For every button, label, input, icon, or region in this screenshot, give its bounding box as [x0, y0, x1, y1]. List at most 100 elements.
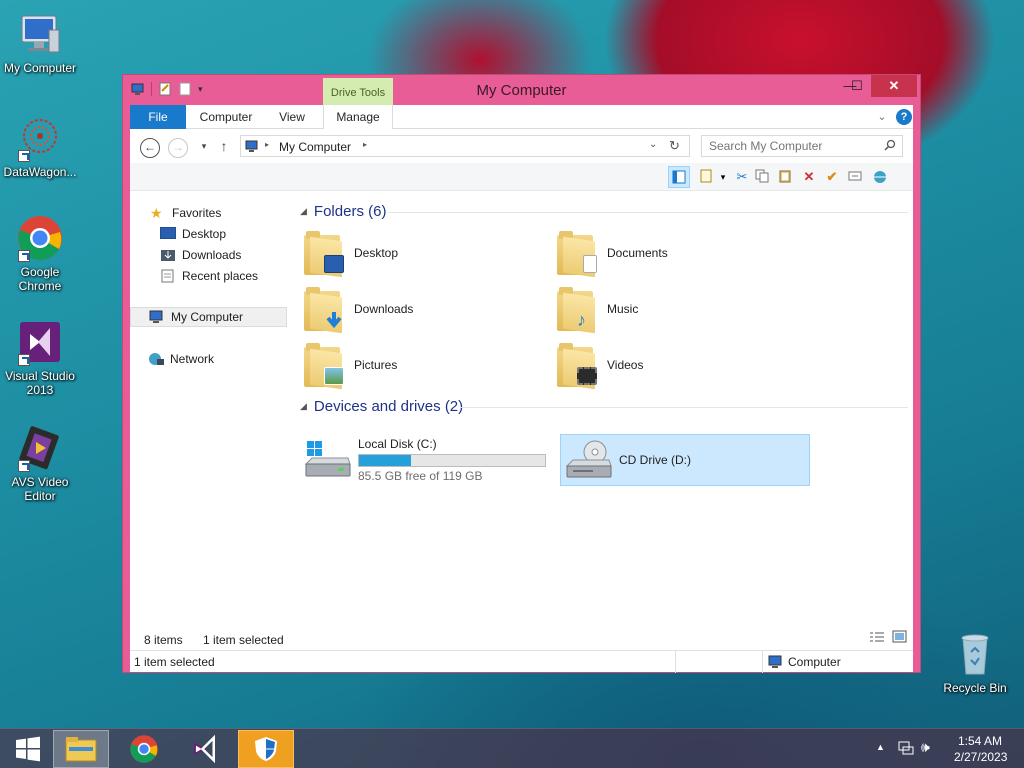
nav-recent-places[interactable]: Recent places	[160, 266, 280, 286]
drive-usage-bar	[358, 454, 546, 467]
folder-label: Pictures	[354, 358, 398, 372]
volume-tray-icon[interactable]: 🕪	[921, 739, 930, 756]
taskbar-visual-studio[interactable]	[177, 730, 233, 768]
drive-local-disk-c[interactable]	[300, 521, 550, 571]
recycle-bin-icon	[951, 630, 999, 678]
chrome-icon	[16, 214, 64, 262]
title-bar[interactable]: ▾ Drive Tools My Computer — ☐ ✕	[123, 75, 920, 105]
desktop-icon-label: Visual Studio 2013	[5, 369, 75, 397]
devices-group-header[interactable]: ◢ Devices and drives (2)	[300, 398, 463, 415]
large-icons-view-icon[interactable]	[892, 630, 908, 647]
nav-item-label: Desktop	[182, 227, 227, 241]
desktop-icon-datawagon[interactable]: DataWagon...	[0, 114, 80, 179]
folders-group-title: Folders (6)	[313, 203, 387, 220]
computer-small-icon	[149, 310, 165, 324]
address-dropdown-icon[interactable]: ⌄	[649, 139, 657, 150]
collapse-arrow-icon[interactable]: ◢	[300, 401, 307, 412]
nav-my-computer[interactable]: My Computer	[130, 307, 287, 327]
tab-manage[interactable]: Manage	[323, 105, 393, 130]
drive-label: CD Drive (D:)	[619, 453, 691, 467]
computer-small-icon	[768, 655, 784, 672]
collapse-arrow-icon[interactable]: ◢	[300, 206, 307, 217]
search-icon[interactable]	[884, 139, 896, 154]
desktop-icon-recycle-bin[interactable]: Recycle Bin	[935, 630, 1015, 695]
drive-local-disk[interactable]: Local Disk (C:) 85.5 GB free of 119 GB	[302, 435, 552, 485]
downloads-icon	[160, 248, 176, 262]
network-map-icon[interactable]	[872, 169, 888, 185]
folder-downloads[interactable]: Downloads	[302, 283, 542, 335]
desktop-icon-label: My Computer	[3, 61, 77, 75]
explorer-window[interactable]: ▾ Drive Tools My Computer — ☐ ✕ File Com…	[122, 74, 921, 673]
desktop-icon-label: Google Chrome	[18, 265, 62, 293]
desktop-icon-avs-video-editor[interactable]: AVS Video Editor	[0, 424, 80, 503]
refresh-icon[interactable]: ↻	[669, 138, 680, 154]
nav-network[interactable]: Network	[148, 349, 278, 369]
taskbar-file-explorer[interactable]	[53, 730, 109, 768]
tab-computer[interactable]: Computer	[192, 105, 260, 129]
taskbar-chrome[interactable]	[116, 730, 172, 768]
desktop-icon	[159, 226, 177, 241]
close-button[interactable]: ✕	[871, 75, 917, 97]
computer-small-icon	[245, 139, 259, 156]
maximize-button[interactable]: ☐	[843, 75, 871, 97]
folder-label: Videos	[607, 358, 644, 372]
status-divider	[762, 651, 763, 673]
help-icon[interactable]: ?	[896, 109, 912, 125]
clock-date[interactable]: 2/27/2023	[954, 750, 1007, 764]
film-strip-icon	[16, 424, 64, 472]
copy-icon[interactable]	[754, 169, 770, 185]
preview-pane-icon[interactable]	[668, 166, 690, 188]
drive-free-space: 85.5 GB free of 119 GB	[358, 469, 483, 483]
network-tray-icon[interactable]	[898, 740, 914, 759]
properties-dropdown-icon[interactable]: ▾	[715, 169, 731, 185]
forward-button[interactable]: →	[168, 138, 188, 158]
delete-icon[interactable]: ✕	[801, 169, 817, 185]
tab-file[interactable]: File	[130, 105, 186, 129]
taskbar-defender[interactable]	[238, 730, 294, 768]
monitor-icon	[16, 10, 64, 58]
shield-icon	[255, 737, 277, 761]
checkmark-icon[interactable]: ✔	[824, 169, 840, 185]
datawagon-icon	[16, 114, 64, 162]
up-button[interactable]: ↑	[214, 138, 234, 158]
search-box[interactable]	[701, 135, 903, 157]
rename-icon[interactable]	[847, 169, 863, 185]
nav-downloads[interactable]: Downloads	[160, 245, 280, 265]
nav-favorites[interactable]: ★ Favorites	[150, 203, 280, 223]
desktop-icon-my-computer[interactable]: My Computer	[0, 10, 80, 75]
desktop-icon-visual-studio[interactable]: Visual Studio 2013	[0, 318, 80, 397]
show-hidden-icons[interactable]: ▲	[876, 742, 885, 752]
address-bar[interactable]: ▸ My Computer ▸ ⌄ ↻	[240, 135, 690, 157]
paste-icon[interactable]	[777, 169, 793, 185]
status-location: Computer	[788, 655, 841, 669]
status-selected: 1 item selected	[134, 655, 215, 669]
folder-desktop[interactable]: Desktop	[302, 227, 542, 279]
details-view-icon[interactable]	[869, 630, 885, 647]
window-title: My Computer	[476, 82, 567, 99]
folder-documents[interactable]: Documents	[555, 227, 795, 279]
clock-time[interactable]: 1:54 AM	[958, 734, 1002, 748]
ribbon-expand-icon[interactable]: ⌄	[874, 105, 890, 129]
drive-cd-d[interactable]: CD Drive (D:)	[560, 434, 810, 486]
desktop-icon-google-chrome[interactable]: Google Chrome	[0, 214, 80, 293]
drive-label: Local Disk (C:)	[358, 437, 437, 451]
properties-icon[interactable]	[698, 169, 714, 185]
breadcrumb-my-computer[interactable]: My Computer	[279, 140, 351, 154]
folder-music[interactable]: ♪ Music	[555, 283, 795, 335]
nav-desktop[interactable]: Desktop	[159, 224, 280, 244]
start-button[interactable]	[0, 730, 56, 768]
recent-locations-dropdown[interactable]: ▾	[194, 138, 214, 158]
breadcrumb-separator-icon[interactable]: ▸	[363, 140, 367, 149]
shortcut-arrow-icon	[18, 354, 30, 366]
back-button[interactable]: ←	[140, 138, 160, 158]
tab-view[interactable]: View	[266, 105, 318, 129]
selection-count: 1 item selected	[203, 633, 284, 647]
folder-pictures[interactable]: Pictures	[302, 339, 542, 391]
cut-icon[interactable]: ✂	[734, 169, 750, 185]
ribbon-tabs: File Computer View Manage ⌄ ?	[130, 105, 913, 130]
navigation-pane: ★ Favorites Desktop Downloads Recent pla…	[130, 191, 290, 631]
search-input[interactable]	[709, 139, 879, 153]
nav-item-label: Downloads	[182, 248, 242, 262]
folder-videos[interactable]: Videos	[555, 339, 795, 391]
folders-group-header[interactable]: ◢ Folders (6)	[300, 203, 386, 220]
